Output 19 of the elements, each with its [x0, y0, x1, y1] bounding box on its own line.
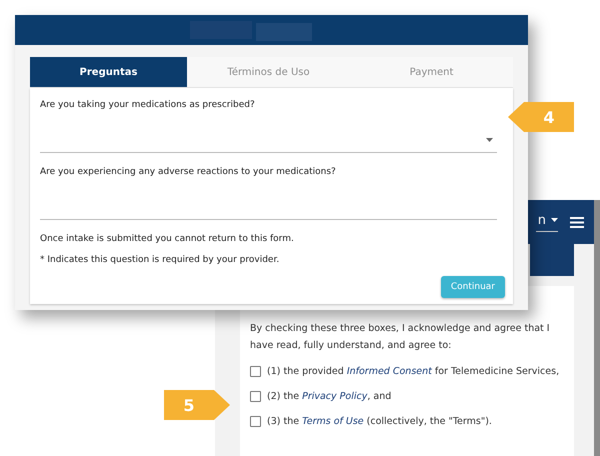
agreement-text: (2) the Privacy Policy, and	[267, 391, 392, 402]
select-field[interactable]: n	[536, 212, 558, 232]
checkbox[interactable]	[250, 391, 261, 402]
checkbox[interactable]	[250, 366, 261, 377]
question-label: Are you experiencing any adverse reactions to your medications?	[40, 167, 337, 177]
caret-icon	[486, 138, 493, 142]
form-note: Once intake is submitted you cannot return to this form.	[40, 234, 295, 244]
caret-icon	[551, 218, 558, 222]
agreement-text: (3) the Terms of Use (collectively, the "Terms").	[267, 416, 492, 427]
tab[interactable]: Preguntas	[30, 57, 187, 87]
menu-icon[interactable]	[570, 216, 584, 228]
question-label: Are you taking your medications as prescribed?	[40, 100, 256, 110]
form-note: * Indicates this question is required by your provider.	[40, 255, 280, 265]
agreement-text: (1) the provided Informed Consent for Telemedicine Services,	[267, 366, 560, 377]
link[interactable]: Privacy Policy	[302, 391, 368, 402]
agreement-intro: By checking these three boxes, I acknowledge and agree that I have read, fully understand, and agree to:	[250, 322, 550, 353]
link[interactable]: Terms of Use	[302, 416, 364, 427]
link[interactable]: Informed Consent	[346, 366, 432, 377]
checkbox[interactable]	[250, 416, 261, 427]
